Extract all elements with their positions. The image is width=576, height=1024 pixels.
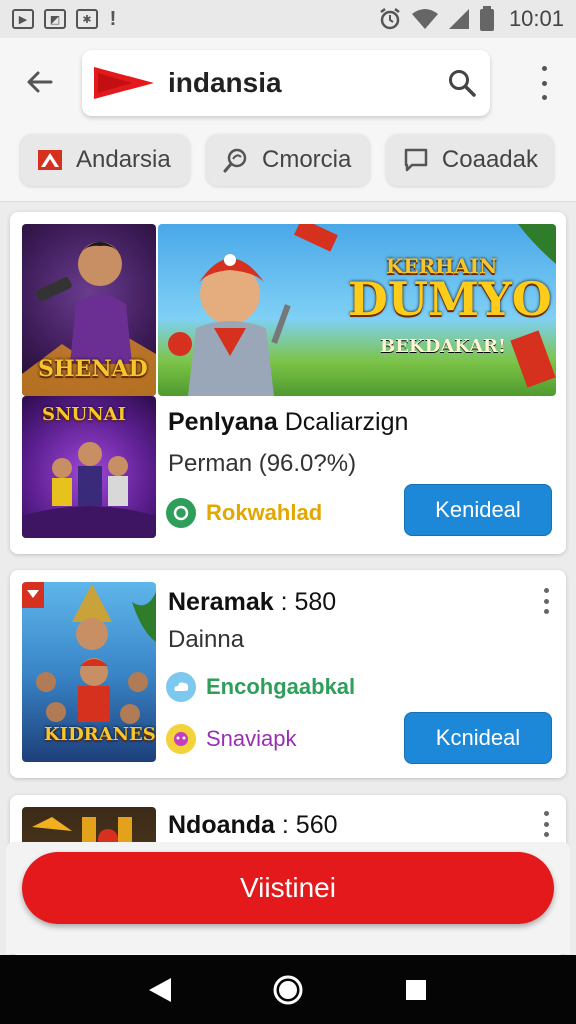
image-icon: ◩: [44, 9, 66, 29]
system-nav-bar: [0, 955, 576, 1024]
search-bar[interactable]: indansia: [82, 50, 490, 116]
home-circle-icon: [273, 975, 303, 1004]
back-triangle-icon: [149, 977, 171, 1002]
overflow-menu-icon[interactable]: [540, 811, 552, 837]
chip-coaadak[interactable]: Coaadak: [386, 134, 554, 186]
chip-cmorcia[interactable]: Cmorcia: [206, 134, 370, 186]
banner-subtitle: BEKDAKAR!: [380, 336, 506, 357]
clock-time: 10:01: [508, 6, 564, 31]
chat-icon: [402, 146, 430, 174]
filter-chips: Andarsia Cmorcia Coaadak: [20, 134, 554, 186]
search-icon[interactable]: [434, 55, 490, 111]
search-icon: [222, 146, 250, 174]
flag-icon: [36, 146, 64, 174]
app-card-featured[interactable]: SHENAD SNUNAI KERHAIN DUMYO BEKDAKAR! Pe…: [10, 212, 566, 554]
alarm-icon: [380, 8, 400, 30]
arrow-left-icon: [27, 71, 53, 93]
install-button[interactable]: Kcnideal: [404, 712, 552, 764]
overflow-menu-icon[interactable]: [536, 66, 552, 100]
game-thumbnail[interactable]: KIDRANES: [22, 582, 156, 762]
primary-action-button[interactable]: Viistinei: [22, 852, 554, 924]
status-bar: ▶ ◩ ✱ ! 10:01: [0, 0, 576, 38]
brand-logo: [94, 67, 154, 99]
search-input[interactable]: indansia: [168, 67, 434, 99]
game-thumbnail-bottom[interactable]: SNUNAI: [22, 396, 156, 538]
overflow-menu-icon[interactable]: [540, 588, 552, 614]
game-banner[interactable]: KERHAIN DUMYO BEKDAKAR!: [158, 224, 556, 396]
game-icon: [166, 724, 196, 754]
app-meta-secondary: Snaviapk: [166, 724, 297, 754]
chip-label: Cmorcia: [262, 146, 352, 173]
app-card[interactable]: KIDRANES Neramak : 580 Dainna Encohgaabk…: [10, 570, 566, 778]
install-button[interactable]: Kenideal: [404, 484, 552, 536]
app-meta: Rokwahlad: [166, 498, 322, 528]
game-thumbnail-top[interactable]: SHENAD: [22, 224, 156, 396]
battery-icon: [479, 6, 494, 31]
usb-icon: ✱: [76, 9, 98, 29]
thumbnail-title: SHENAD: [38, 356, 148, 382]
play-icon: ▶: [12, 9, 34, 29]
top-app-bar: indansia Andarsia Cmorcia Coaadak: [0, 38, 576, 202]
alert-icon: !: [109, 7, 117, 30]
cloud-icon: [166, 672, 196, 702]
nav-home-button[interactable]: [268, 970, 308, 1010]
banner-title: DUMYO: [348, 272, 552, 326]
app-title: Neramak : 580: [168, 588, 337, 616]
meta-label: Encohgaabkal: [206, 674, 356, 699]
refresh-icon: [166, 498, 196, 528]
back-button[interactable]: [22, 64, 58, 100]
chip-label: Coaadak: [441, 146, 538, 173]
thumbnail-title: SNUNAI: [42, 404, 126, 425]
nav-recents-button[interactable]: [396, 970, 436, 1010]
meta-label: Snaviapk: [206, 726, 297, 751]
app-subtitle: Dainna: [168, 626, 245, 653]
app-title: Penlyana Dcaliarzign: [168, 408, 409, 436]
chip-andarsia[interactable]: Andarsia: [20, 134, 190, 186]
recents-square-icon: [406, 979, 426, 1000]
chip-label: Andarsia: [76, 146, 171, 173]
app-title: Ndoanda : 560: [168, 811, 338, 839]
meta-label: Rokwahlad: [206, 500, 323, 525]
app-meta: Encohgaabkal: [166, 672, 355, 702]
app-subtitle: Perman (96.0?%): [168, 450, 357, 477]
signal-icon: [448, 9, 469, 29]
wifi-icon: [411, 9, 438, 29]
thumbnail-title: KIDRANES: [44, 724, 156, 745]
nav-back-button[interactable]: [140, 970, 180, 1010]
